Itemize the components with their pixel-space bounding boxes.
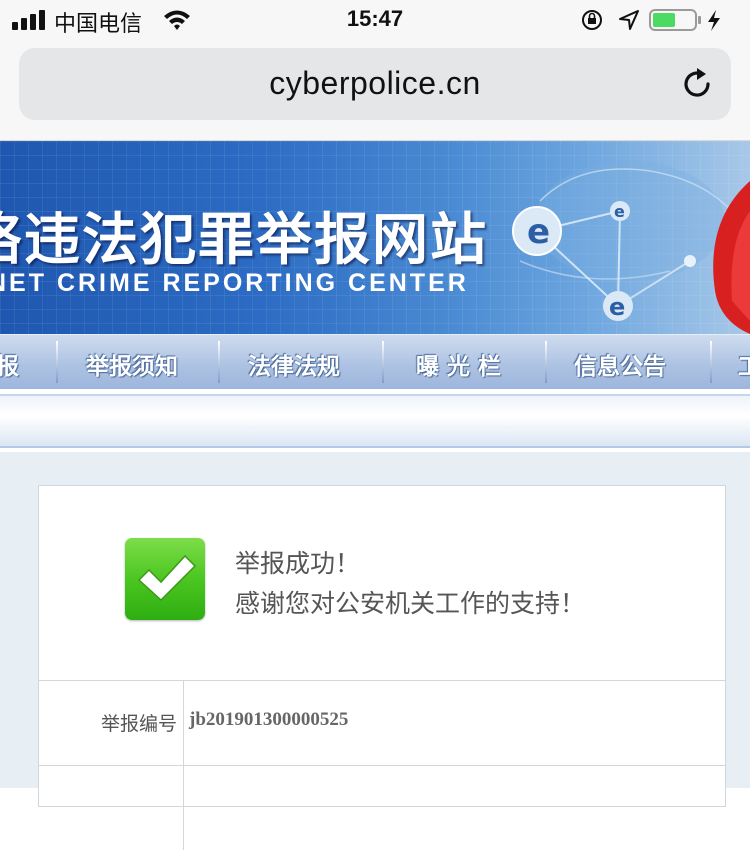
report-id-row: 举报编号 jb201901300000525 bbox=[39, 680, 725, 765]
nav-item-exposure[interactable]: 曝 光 栏 bbox=[416, 347, 501, 381]
checkmark-icon bbox=[137, 554, 197, 602]
nav-item-report-guide[interactable]: 举报须知 bbox=[86, 347, 178, 381]
status-icons bbox=[582, 9, 720, 31]
site-banner: e e e 络违法犯罪举报网站 NET CRIME REPORTING CENT… bbox=[0, 141, 750, 334]
status-bar: 中国电信 15:47 bbox=[0, 0, 750, 40]
nav-item-report[interactable]: 报 bbox=[0, 347, 19, 381]
nav-item-laws[interactable]: 法律法规 bbox=[248, 347, 340, 381]
report-id-label: 举报编号 bbox=[100, 713, 177, 735]
report-result-panel: 举报成功！ 感谢您对公安机关工作的支持！ 举报编号 jb201901300000… bbox=[38, 485, 726, 850]
nav-item-announcements[interactable]: 信息公告 bbox=[574, 347, 666, 381]
main-nav: 报 举报须知 法律法规 曝 光 栏 信息公告 工 bbox=[0, 334, 750, 389]
svg-text:e: e bbox=[527, 212, 550, 252]
sub-bar bbox=[0, 394, 750, 448]
globe-network-graphic: e e e bbox=[512, 161, 750, 334]
browser-chrome: cyberpolice.cn bbox=[0, 40, 750, 141]
nav-item-more[interactable]: 工 bbox=[738, 347, 750, 381]
banner-title: 络违法犯罪举报网站 bbox=[0, 208, 488, 273]
location-arrow-icon bbox=[619, 10, 639, 30]
report-id-value: jb201901300000525 bbox=[189, 709, 349, 730]
banner-subtitle: NET CRIME REPORTING CENTER bbox=[0, 269, 469, 297]
url-text[interactable]: cyberpolice.cn bbox=[19, 65, 731, 102]
charging-icon bbox=[708, 10, 720, 31]
success-checkbox bbox=[125, 538, 205, 620]
address-bar[interactable]: cyberpolice.cn bbox=[19, 48, 731, 120]
battery-icon bbox=[649, 9, 701, 31]
reload-icon[interactable] bbox=[679, 66, 715, 102]
svg-text:e: e bbox=[614, 202, 625, 221]
svg-text:e: e bbox=[609, 293, 625, 321]
orientation-lock-icon bbox=[582, 10, 602, 30]
thanks-message: 感谢您对公安机关工作的支持！ bbox=[235, 589, 586, 618]
table-row bbox=[39, 765, 725, 850]
success-message: 举报成功！ bbox=[235, 549, 361, 578]
